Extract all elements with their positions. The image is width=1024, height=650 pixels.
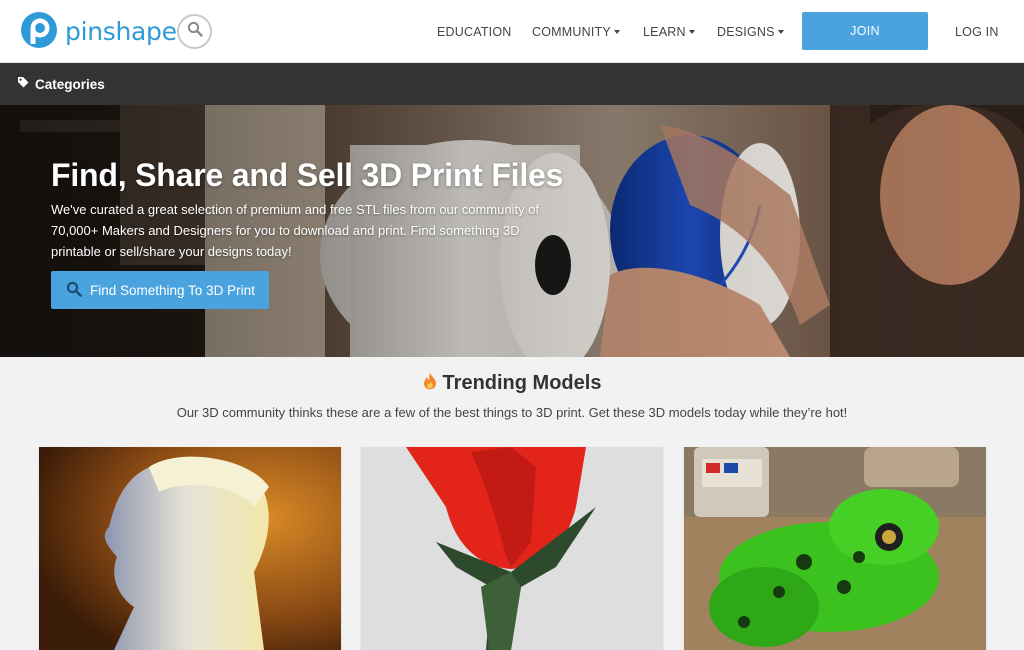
trending-title: Trending Models — [442, 372, 602, 394]
nav-learn-label: LEARN — [643, 24, 686, 39]
site-header: pinshape EDUCATION COMMUNITY LEARN DESIG… — [0, 0, 1024, 63]
search-button[interactable] — [177, 14, 212, 49]
model-thumbnail — [684, 447, 986, 650]
chevron-down-icon — [688, 29, 695, 34]
search-icon — [66, 281, 82, 300]
chevron-down-icon — [777, 29, 784, 34]
tag-icon — [17, 75, 29, 93]
trending-subtitle: Our 3D community thinks these are a few … — [176, 405, 848, 420]
flame-icon — [423, 372, 437, 395]
hero-description: We've curated a great selection of premi… — [51, 202, 540, 259]
categories-label: Categories — [35, 76, 105, 92]
chevron-down-icon — [613, 29, 620, 34]
model-card-rose[interactable] — [361, 447, 663, 650]
find-something-label: Find Something To 3D Print — [90, 282, 255, 298]
nav-learn[interactable]: LEARN — [643, 0, 695, 63]
nav-community-label: COMMUNITY — [532, 24, 611, 39]
categories-bar[interactable]: Categories — [0, 63, 1024, 105]
model-thumbnail — [361, 447, 663, 650]
pinshape-logo[interactable]: pinshape — [18, 11, 177, 51]
model-thumbnail — [39, 447, 341, 650]
model-card-frog[interactable] — [684, 447, 986, 650]
pinshape-logo-icon — [18, 11, 61, 51]
trending-header: Trending Models — [0, 372, 1024, 395]
nav-designs-label: DESIGNS — [717, 24, 775, 39]
find-something-button[interactable]: Find Something To 3D Print — [51, 271, 269, 309]
search-icon — [187, 21, 203, 42]
hero-title: Find, Share and Sell 3D Print Files — [51, 157, 564, 193]
model-card-bust[interactable] — [39, 447, 341, 650]
nav-community[interactable]: COMMUNITY — [532, 0, 620, 63]
nav-designs[interactable]: DESIGNS — [717, 0, 784, 63]
join-button[interactable]: JOIN — [802, 12, 928, 50]
nav-education[interactable]: EDUCATION — [437, 0, 512, 63]
login-link[interactable]: LOG IN — [955, 0, 999, 63]
hero-banner: Find, Share and Sell 3D Print Files We'v… — [0, 105, 1024, 357]
login-label: LOG IN — [955, 24, 999, 39]
logo-wordmark: pinshape — [65, 16, 177, 46]
nav-education-label: EDUCATION — [437, 24, 512, 39]
